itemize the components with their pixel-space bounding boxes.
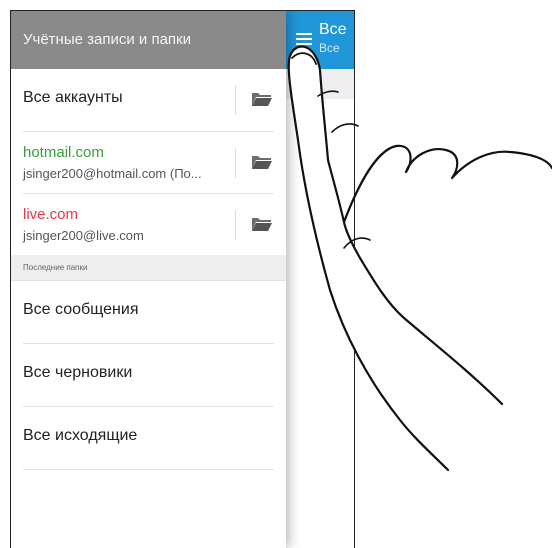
phone-screen: Все Все Учётные записи и папки Все аккау… — [10, 10, 355, 548]
drawer-header: Учётные записи и папки — [11, 11, 286, 69]
account-email: jsinger200@live.com — [23, 228, 144, 243]
divider — [235, 85, 236, 115]
folder-label: Все исходящие — [23, 427, 138, 444]
navigation-drawer: Учётные записи и папки Все аккаунты hotm… — [11, 11, 286, 548]
section-header-recent-folders: Последние папки — [11, 255, 286, 281]
drawer-item-all-accounts[interactable]: Все аккаунты — [23, 69, 274, 132]
divider — [235, 148, 236, 178]
main-title: Все — [319, 21, 347, 38]
folder-icon[interactable] — [251, 216, 273, 232]
main-content-strip — [286, 69, 354, 99]
drawer-item-recent-folder[interactable]: Все черновики — [23, 344, 274, 407]
folder-icon[interactable] — [251, 154, 273, 170]
hamburger-menu-icon[interactable] — [296, 33, 312, 45]
drawer-item-account-hotmail[interactable]: hotmail.com jsinger200@hotmail.com (По..… — [23, 132, 274, 194]
folder-icon[interactable] — [251, 91, 273, 107]
drawer-item-account-live[interactable]: live.com jsinger200@live.com — [23, 194, 274, 255]
account-name: hotmail.com — [23, 144, 104, 161]
account-email: jsinger200@hotmail.com (По... — [23, 166, 202, 181]
main-subtitle: Все — [319, 41, 340, 55]
drawer-item-recent-folder[interactable]: Все сообщения — [23, 281, 274, 344]
account-name: live.com — [23, 206, 79, 223]
drawer-item-recent-folder[interactable]: Все исходящие — [23, 407, 274, 470]
divider — [235, 210, 236, 240]
main-app-bar: Все Все — [286, 11, 354, 69]
drawer-item-label: Все аккаунты — [23, 89, 123, 106]
folder-label: Все сообщения — [23, 301, 139, 318]
folder-label: Все черновики — [23, 364, 133, 381]
